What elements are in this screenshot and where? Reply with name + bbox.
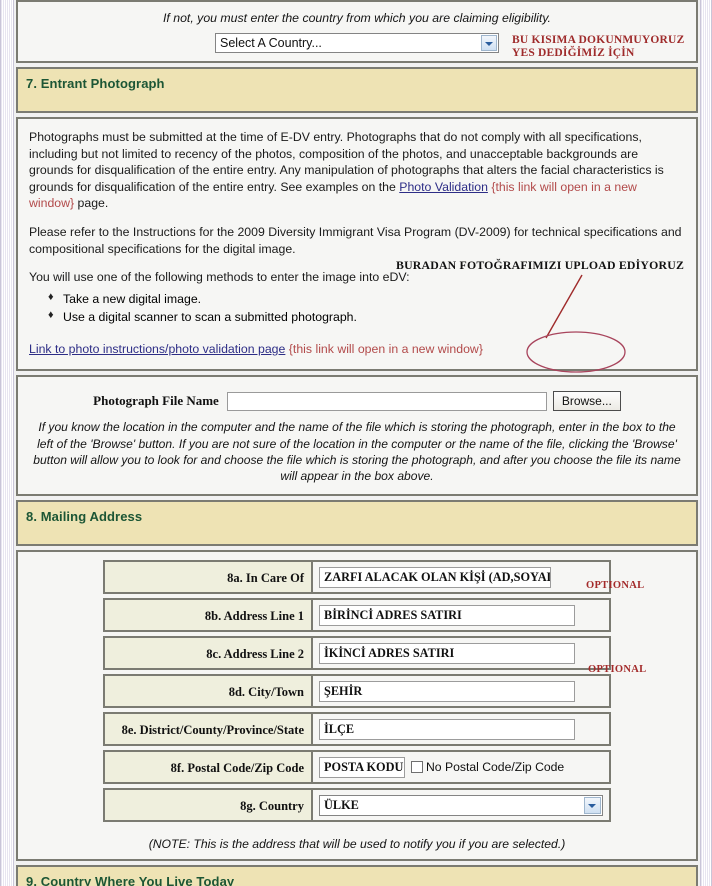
photo-instructions-link[interactable]: Link to photo instructions/photo validat…	[29, 342, 285, 356]
no-postal-code-checkbox-wrap[interactable]: No Postal Code/Zip Code	[411, 760, 564, 774]
photo-paragraph-1-text-b: page.	[74, 196, 109, 211]
list-item: Take a new digital image.	[48, 289, 685, 308]
photograph-file-name-input[interactable]	[226, 391, 547, 411]
table-row: 8e. District/County/Province/State İLÇE	[18, 712, 696, 747]
photo-instructions-link-note: {this link will open in a new window}	[288, 341, 483, 356]
address-line-1-input[interactable]: BİRİNCİ ADRES SATIRI	[319, 604, 575, 626]
field-cell: İLÇE	[313, 712, 611, 747]
field-cell: ŞEHİR	[313, 674, 611, 709]
no-postal-code-label: No Postal Code/Zip Code	[426, 760, 565, 775]
photo-methods-list: Take a new digital image. Use a digital …	[29, 289, 685, 327]
city-town-input[interactable]: ŞEHİR	[319, 680, 575, 702]
optional-annotation: OPTIONAL	[586, 580, 645, 592]
district-province-state-input[interactable]: İLÇE	[319, 718, 575, 740]
field-label: 8e. District/County/Province/State	[103, 712, 313, 747]
field-cell: POSTA KODU No Postal Code/Zip Code	[313, 750, 611, 785]
browse-button[interactable]: Browse...	[552, 391, 621, 412]
eligibility-country-select[interactable]: Select A Country...	[215, 33, 499, 53]
field-cell: İKİNCİ ADRES SATIRI	[313, 636, 611, 671]
photograph-file-help-text: If you know the location in the computer…	[33, 420, 681, 484]
right-page-edge-strip	[700, 0, 712, 886]
postal-code-input[interactable]: POSTA KODU	[319, 756, 405, 778]
field-label: 8d. City/Town	[103, 674, 313, 709]
field-label: 8f. Postal Code/Zip Code	[103, 750, 313, 785]
field-cell: ÜLKE	[313, 788, 611, 823]
photograph-file-panel: Photograph File Name Browse... If you kn…	[16, 375, 698, 497]
field-cell: ZARFI ALACAK OLAN KİŞİ (AD,SOYAD)	[313, 560, 611, 595]
address-line-2-input[interactable]: İKİNCİ ADRES SATIRI	[319, 642, 575, 664]
eligibility-annotation: BU KISIMA DOKUNMUYORUZ YES DEDİĞİMİZ İÇİ…	[512, 34, 684, 60]
mailing-address-panel: 8a. In Care Of ZARFI ALACAK OLAN KİŞİ (A…	[16, 550, 698, 862]
photo-instructions-line: Link to photo instructions/photo validat…	[29, 341, 685, 358]
photo-paragraph-1: Photographs must be submitted at the tim…	[29, 129, 685, 212]
field-cell: BİRİNCİ ADRES SATIRI	[313, 598, 611, 633]
mailing-address-note: (NOTE: This is the address that will be …	[148, 837, 566, 852]
photograph-file-row: Photograph File Name Browse...	[18, 377, 696, 417]
eligibility-instruction: If not, you must enter the country from …	[163, 11, 551, 25]
table-row: 8d. City/Town ŞEHİR	[18, 674, 696, 709]
photo-paragraph-3: You will use one of the following method…	[29, 270, 410, 285]
entrant-photograph-info-panel: Photographs must be submitted at the tim…	[16, 117, 698, 372]
section-header-country-you-live-today: 9. Country Where You Live Today	[16, 865, 698, 886]
field-label: 8g. Country	[103, 788, 313, 823]
mailing-country-select[interactable]: ÜLKE	[319, 794, 603, 816]
table-row: 8a. In Care Of ZARFI ALACAK OLAN KİŞİ (A…	[18, 560, 696, 595]
eligibility-country-panel: If not, you must enter the country from …	[16, 0, 698, 63]
field-label: 8c. Address Line 2	[103, 636, 313, 671]
photograph-file-name-label: Photograph File Name	[93, 393, 219, 409]
table-row: 8c. Address Line 2 İKİNCİ ADRES SATIRI O…	[18, 636, 696, 675]
eligibility-select-row: Select A Country... BU KISIMA DOKUNMUYOR…	[18, 33, 696, 61]
section-header-mailing-address: 8. Mailing Address	[16, 500, 698, 547]
photo-paragraph-2: Please refer to the Instructions for the…	[29, 224, 682, 256]
table-row: 8f. Postal Code/Zip Code POSTA KODU No P…	[18, 750, 696, 785]
eligibility-country-select-value: Select A Country...	[220, 36, 322, 50]
section-header-entrant-photograph: 7. Entrant Photograph	[16, 67, 698, 113]
list-item: Use a digital scanner to scan a submitte…	[48, 307, 685, 326]
eligibility-annotation-line1: BU KISIMA DOKUNMUYORUZ	[512, 34, 685, 46]
mailing-country-select-value: ÜLKE	[324, 797, 359, 812]
chevron-down-icon[interactable]	[584, 796, 601, 814]
form-content: If not, you must enter the country from …	[16, 0, 698, 886]
mailing-address-table: 8a. In Care Of ZARFI ALACAK OLAN KİŞİ (A…	[18, 552, 696, 832]
left-page-edge-strip	[0, 0, 14, 886]
checkbox-icon[interactable]	[411, 761, 423, 774]
in-care-of-input[interactable]: ZARFI ALACAK OLAN KİŞİ (AD,SOYAD)	[319, 566, 551, 588]
table-row: 8g. Country ÜLKE	[18, 788, 696, 823]
edv-entry-form-page: If not, you must enter the country from …	[0, 0, 712, 886]
field-label: 8b. Address Line 1	[103, 598, 313, 633]
photo-validation-link[interactable]: Photo Validation	[399, 180, 488, 194]
eligibility-annotation-line2: YES DEDİĞİMİZ İÇİN	[512, 47, 635, 60]
table-row: 8b. Address Line 1 BİRİNCİ ADRES SATIRI	[18, 598, 696, 633]
chevron-down-icon[interactable]	[481, 35, 497, 51]
field-label: 8a. In Care Of	[103, 560, 313, 595]
